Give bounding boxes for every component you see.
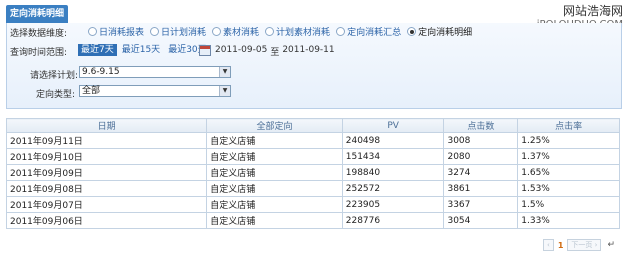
- radio-circle-icon[interactable]: [265, 27, 275, 36]
- cell-pv: 228776: [341, 212, 445, 229]
- cell-clicks: 3367: [443, 196, 519, 213]
- table-row: 2011年09月08日 自定义店铺 252572 3861 1.53%: [5, 180, 620, 197]
- date-range-value[interactable]: 2011-09-05 至 2011-09-11: [215, 45, 335, 58]
- cell-ctr: 1.53%: [517, 180, 620, 197]
- plan-select-label: 请选择计划:: [30, 71, 79, 81]
- target-type-value: 全部: [82, 86, 101, 96]
- tab-bar: 定向消耗明细: [6, 5, 620, 24]
- cell-ctr: 1.25%: [517, 132, 620, 149]
- cell-target: 自定义店铺: [206, 164, 343, 181]
- cell-date: 2011年09月06日: [5, 212, 208, 229]
- radio-label: 素材消耗: [223, 28, 260, 38]
- cell-ctr: 1.37%: [517, 148, 620, 165]
- radio-label: 定向消耗明细: [418, 28, 473, 38]
- cell-pv: 151434: [341, 148, 445, 165]
- cell-pv: 223905: [341, 196, 445, 213]
- quick-range-group: 最近7天 最近15天 最近30天: [78, 44, 210, 56]
- target-type-select[interactable]: 全部 ▼: [79, 85, 231, 97]
- radio-daily-plan[interactable]: 日计划消耗: [150, 25, 206, 38]
- date-to[interactable]: 2011-09-11: [282, 45, 334, 58]
- cell-clicks: 3274: [443, 164, 519, 181]
- date-separator: 至: [270, 48, 280, 58]
- tab-target-consumption-detail[interactable]: 定向消耗明细: [6, 5, 68, 23]
- radio-circle-icon[interactable]: [88, 27, 97, 36]
- dimension-label: 选择数据维度:: [10, 29, 68, 39]
- cell-pv: 252572: [341, 180, 445, 197]
- radio-selected-icon[interactable]: [407, 27, 417, 36]
- chevron-down-icon[interactable]: ▼: [219, 67, 230, 77]
- cell-pv: 240498: [341, 132, 445, 149]
- date-from[interactable]: 2011-09-05: [215, 45, 267, 58]
- cell-ctr: 1.33%: [517, 212, 620, 229]
- date-range-label: 查询时间范围:: [10, 48, 68, 58]
- quick-range-7-days[interactable]: 最近7天: [78, 44, 117, 56]
- radio-label: 计划素材消耗: [276, 28, 331, 38]
- table-row: 2011年09月07日 自定义店铺 223905 3367 1.5%: [5, 196, 620, 213]
- radio-label: 日消耗报表: [99, 28, 145, 38]
- radio-circle-icon[interactable]: [212, 27, 222, 36]
- plan-select[interactable]: 9.6-9.15 ▼: [79, 66, 231, 78]
- target-detail-table: 日期 全部定向 PV 点击数 点击率 2011年09月11日 自定义店铺 240…: [5, 118, 620, 229]
- radio-target-detail[interactable]: 定向消耗明细: [407, 25, 472, 38]
- cell-date: 2011年09月08日: [5, 180, 208, 197]
- calendar-icon[interactable]: [199, 45, 211, 56]
- col-date: 日期: [5, 118, 208, 133]
- radio-label: 日计划消耗: [161, 28, 207, 38]
- cell-clicks: 3861: [443, 180, 519, 197]
- cell-date: 2011年09月09日: [5, 164, 208, 181]
- col-ctr: 点击率: [517, 118, 620, 133]
- cell-clicks: 3054: [443, 212, 519, 229]
- next-page-button[interactable]: 下一页 ›: [567, 239, 602, 251]
- cell-ctr: 1.5%: [517, 196, 620, 213]
- table-row: 2011年09月10日 自定义店铺 151434 2080 1.37%: [5, 148, 620, 165]
- cell-pv: 198840: [341, 164, 445, 181]
- return-arrow-icon: ↵: [607, 240, 615, 250]
- pagination: ‹ 1 下一页 › ↵: [543, 239, 615, 251]
- col-pv: PV: [341, 118, 445, 133]
- radio-circle-icon[interactable]: [336, 27, 346, 36]
- radio-material[interactable]: 素材消耗: [212, 25, 259, 38]
- cell-target: 自定义店铺: [206, 212, 343, 229]
- radio-circle-icon[interactable]: [150, 27, 160, 36]
- col-target: 全部定向: [206, 118, 343, 133]
- current-page-number[interactable]: 1: [556, 241, 566, 250]
- cell-date: 2011年09月07日: [5, 196, 208, 213]
- radio-target-summary[interactable]: 定向消耗汇总: [336, 25, 401, 38]
- cell-target: 自定义店铺: [206, 180, 343, 197]
- radio-label: 定向消耗汇总: [347, 28, 402, 38]
- dimension-radio-group: 日消耗报表 日计划消耗 素材消耗 计划素材消耗 定向消耗汇总 定向消耗明细: [88, 25, 472, 38]
- target-type-label: 定向类型:: [36, 90, 76, 100]
- radio-plan-material[interactable]: 计划素材消耗: [265, 25, 330, 38]
- quick-range-15-days[interactable]: 最近15天: [119, 44, 163, 56]
- cell-clicks: 2080: [443, 148, 519, 165]
- table-row: 2011年09月09日 自定义店铺 198840 3274 1.65%: [5, 164, 620, 181]
- prev-page-button[interactable]: ‹: [543, 239, 554, 251]
- cell-target: 自定义店铺: [206, 132, 343, 149]
- cell-clicks: 3008: [443, 132, 519, 149]
- chevron-down-icon[interactable]: ▼: [219, 86, 230, 96]
- table-row: 2011年09月11日 自定义店铺 240498 3008 1.25%: [5, 132, 620, 149]
- radio-daily-report[interactable]: 日消耗报表: [88, 25, 144, 38]
- plan-select-value: 9.6-9.15: [82, 67, 120, 77]
- cell-ctr: 1.65%: [517, 164, 620, 181]
- cell-date: 2011年09月11日: [5, 132, 208, 149]
- cell-date: 2011年09月10日: [5, 148, 208, 165]
- table-header-row: 日期 全部定向 PV 点击数 点击率: [5, 118, 620, 133]
- cell-target: 自定义店铺: [206, 196, 343, 213]
- col-clicks: 点击数: [443, 118, 519, 133]
- table-row: 2011年09月06日 自定义店铺 228776 3054 1.33%: [5, 212, 620, 229]
- cell-target: 自定义店铺: [206, 148, 343, 165]
